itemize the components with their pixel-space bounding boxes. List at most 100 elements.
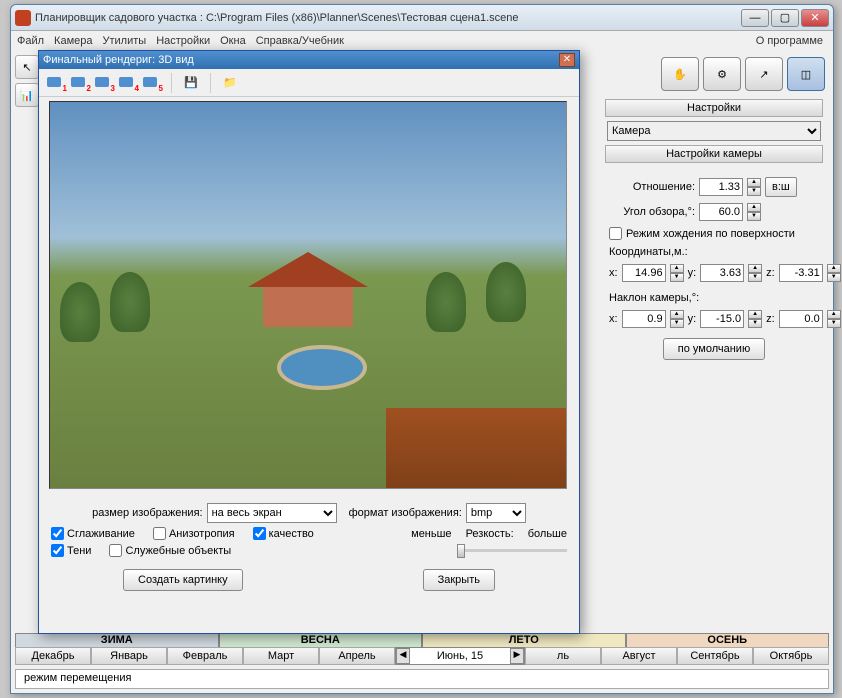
dialog-titlebar[interactable]: Финальный рендериг: 3D вид ✕ bbox=[39, 51, 579, 69]
close-button[interactable]: ✕ bbox=[801, 9, 829, 27]
walk-mode-checkbox[interactable] bbox=[609, 227, 622, 240]
month-jan[interactable]: Январь bbox=[91, 647, 167, 665]
mode-pipe-icon[interactable]: ⚙ bbox=[703, 57, 741, 91]
menu-windows[interactable]: Окна bbox=[220, 35, 246, 47]
tilt-y-input[interactable] bbox=[700, 310, 744, 328]
less-label: меньше bbox=[411, 528, 451, 540]
ratio-swap-button[interactable]: в:ш bbox=[765, 177, 797, 197]
mode-cube-icon[interactable]: ◫ bbox=[787, 57, 825, 91]
tx-label: x: bbox=[609, 313, 618, 325]
fov-down-icon[interactable]: ▼ bbox=[747, 212, 761, 221]
img-fmt-select[interactable]: bmp bbox=[466, 503, 526, 523]
season-autumn[interactable]: ОСЕНЬ bbox=[626, 633, 830, 647]
app-icon bbox=[15, 10, 31, 26]
folder-icon[interactable]: 📁 bbox=[221, 74, 239, 92]
menu-utils[interactable]: Утилиты bbox=[103, 35, 147, 47]
titlebar[interactable]: Планировщик садового участка : C:\Progra… bbox=[11, 5, 833, 31]
ty-label: y: bbox=[688, 313, 697, 325]
spin-down-icon[interactable]: ▼ bbox=[748, 319, 762, 328]
slider-thumb-icon[interactable] bbox=[457, 544, 465, 558]
spin-up-icon[interactable]: ▲ bbox=[827, 264, 841, 273]
svc-objects-checkbox[interactable] bbox=[109, 544, 122, 557]
spin-down-icon[interactable]: ▼ bbox=[670, 319, 684, 328]
camera-2-icon[interactable]: 2 bbox=[71, 75, 89, 91]
img-size-select[interactable]: на весь экран bbox=[207, 503, 337, 523]
fov-label: Угол обзора,°: bbox=[609, 206, 695, 218]
img-size-label: размер изображения: bbox=[92, 507, 202, 519]
month-sep[interactable]: Сентябрь bbox=[677, 647, 753, 665]
right-panel: ✋ ⚙ ↗ ◫ Настройки Камера Настройки камер… bbox=[599, 53, 829, 629]
about-link[interactable]: О программе bbox=[756, 35, 823, 47]
season-summer[interactable]: ЛЕТО bbox=[422, 633, 626, 647]
menu-file[interactable]: Файл bbox=[17, 35, 44, 47]
spin-up-icon[interactable]: ▲ bbox=[748, 310, 762, 319]
menu-help[interactable]: Справка/Учебник bbox=[256, 35, 344, 47]
settings-header: Настройки bbox=[605, 99, 823, 117]
camera-1-icon[interactable]: 1 bbox=[47, 75, 65, 91]
create-image-button[interactable]: Создать картинку bbox=[123, 569, 243, 591]
settings-select[interactable]: Камера bbox=[607, 121, 821, 141]
camera-4-icon[interactable]: 4 bbox=[119, 75, 137, 91]
save-icon[interactable]: 💾 bbox=[182, 74, 200, 92]
ratio-input[interactable] bbox=[699, 178, 743, 196]
spin-down-icon[interactable]: ▼ bbox=[827, 319, 841, 328]
mode-hand-icon[interactable]: ✋ bbox=[661, 57, 699, 91]
svc-objects-label: Служебные объекты bbox=[125, 545, 231, 557]
spin-up-icon[interactable]: ▲ bbox=[670, 310, 684, 319]
spin-up-icon[interactable]: ▲ bbox=[670, 264, 684, 273]
fov-input[interactable] bbox=[699, 203, 743, 221]
more-label: больше bbox=[528, 528, 567, 540]
quality-checkbox[interactable] bbox=[253, 527, 266, 540]
season-spring[interactable]: ВЕСНА bbox=[219, 633, 423, 647]
slider-next-icon[interactable]: ▶ bbox=[510, 648, 524, 664]
month-dec[interactable]: Декабрь bbox=[15, 647, 91, 665]
month-mar[interactable]: Март bbox=[243, 647, 319, 665]
month-aug[interactable]: Август bbox=[601, 647, 677, 665]
chart-tool-icon[interactable]: 📊 bbox=[15, 83, 39, 107]
slider-label: Июнь, 15 bbox=[410, 650, 510, 662]
smoothing-checkbox[interactable] bbox=[51, 527, 64, 540]
y-input[interactable] bbox=[700, 264, 744, 282]
month-apr[interactable]: Апрель bbox=[319, 647, 395, 665]
tz-label: z: bbox=[766, 313, 775, 325]
month-jul[interactable]: ль bbox=[525, 647, 601, 665]
fov-up-icon[interactable]: ▲ bbox=[747, 203, 761, 212]
y-label: y: bbox=[688, 267, 697, 279]
spin-down-icon[interactable]: ▼ bbox=[670, 273, 684, 282]
menu-camera[interactable]: Камера bbox=[54, 35, 92, 47]
season-winter[interactable]: ЗИМА bbox=[15, 633, 219, 647]
pointer-tool-icon[interactable]: ↖ bbox=[15, 55, 39, 79]
spin-down-icon[interactable]: ▼ bbox=[827, 273, 841, 282]
dialog-close-button[interactable]: ✕ bbox=[559, 53, 575, 67]
shadows-checkbox[interactable] bbox=[51, 544, 64, 557]
smoothing-label: Сглаживание bbox=[67, 528, 135, 540]
window-title: Планировщик садового участка : C:\Progra… bbox=[35, 12, 741, 24]
close-dialog-button[interactable]: Закрыть bbox=[423, 569, 495, 591]
camera-5-icon[interactable]: 5 bbox=[143, 75, 161, 91]
z-input[interactable] bbox=[779, 264, 823, 282]
ratio-down-icon[interactable]: ▼ bbox=[747, 187, 761, 196]
aniso-checkbox[interactable] bbox=[153, 527, 166, 540]
month-slider[interactable]: ◀ Июнь, 15 ▶ bbox=[395, 647, 525, 665]
dialog-title: Финальный рендериг: 3D вид bbox=[43, 54, 559, 66]
ratio-up-icon[interactable]: ▲ bbox=[747, 178, 761, 187]
menu-settings[interactable]: Настройки bbox=[156, 35, 210, 47]
spin-up-icon[interactable]: ▲ bbox=[748, 264, 762, 273]
x-input[interactable] bbox=[622, 264, 666, 282]
minimize-button[interactable]: — bbox=[741, 9, 769, 27]
month-feb[interactable]: Февраль bbox=[167, 647, 243, 665]
spin-up-icon[interactable]: ▲ bbox=[827, 310, 841, 319]
dialog-toolbar: 1 2 3 4 5 💾 📁 bbox=[39, 69, 579, 97]
slider-prev-icon[interactable]: ◀ bbox=[396, 648, 410, 664]
tilt-x-input[interactable] bbox=[622, 310, 666, 328]
spin-down-icon[interactable]: ▼ bbox=[748, 273, 762, 282]
ratio-label: Отношение: bbox=[609, 181, 695, 193]
month-oct[interactable]: Октябрь bbox=[753, 647, 829, 665]
tilt-z-input[interactable] bbox=[779, 310, 823, 328]
maximize-button[interactable]: ▢ bbox=[771, 9, 799, 27]
sharpness-slider[interactable] bbox=[457, 549, 567, 552]
timeline: ЗИМА ВЕСНА ЛЕТО ОСЕНЬ Декабрь Январь Фев… bbox=[15, 633, 829, 665]
camera-3-icon[interactable]: 3 bbox=[95, 75, 113, 91]
default-button[interactable]: по умолчанию bbox=[663, 338, 765, 360]
mode-measure-icon[interactable]: ↗ bbox=[745, 57, 783, 91]
